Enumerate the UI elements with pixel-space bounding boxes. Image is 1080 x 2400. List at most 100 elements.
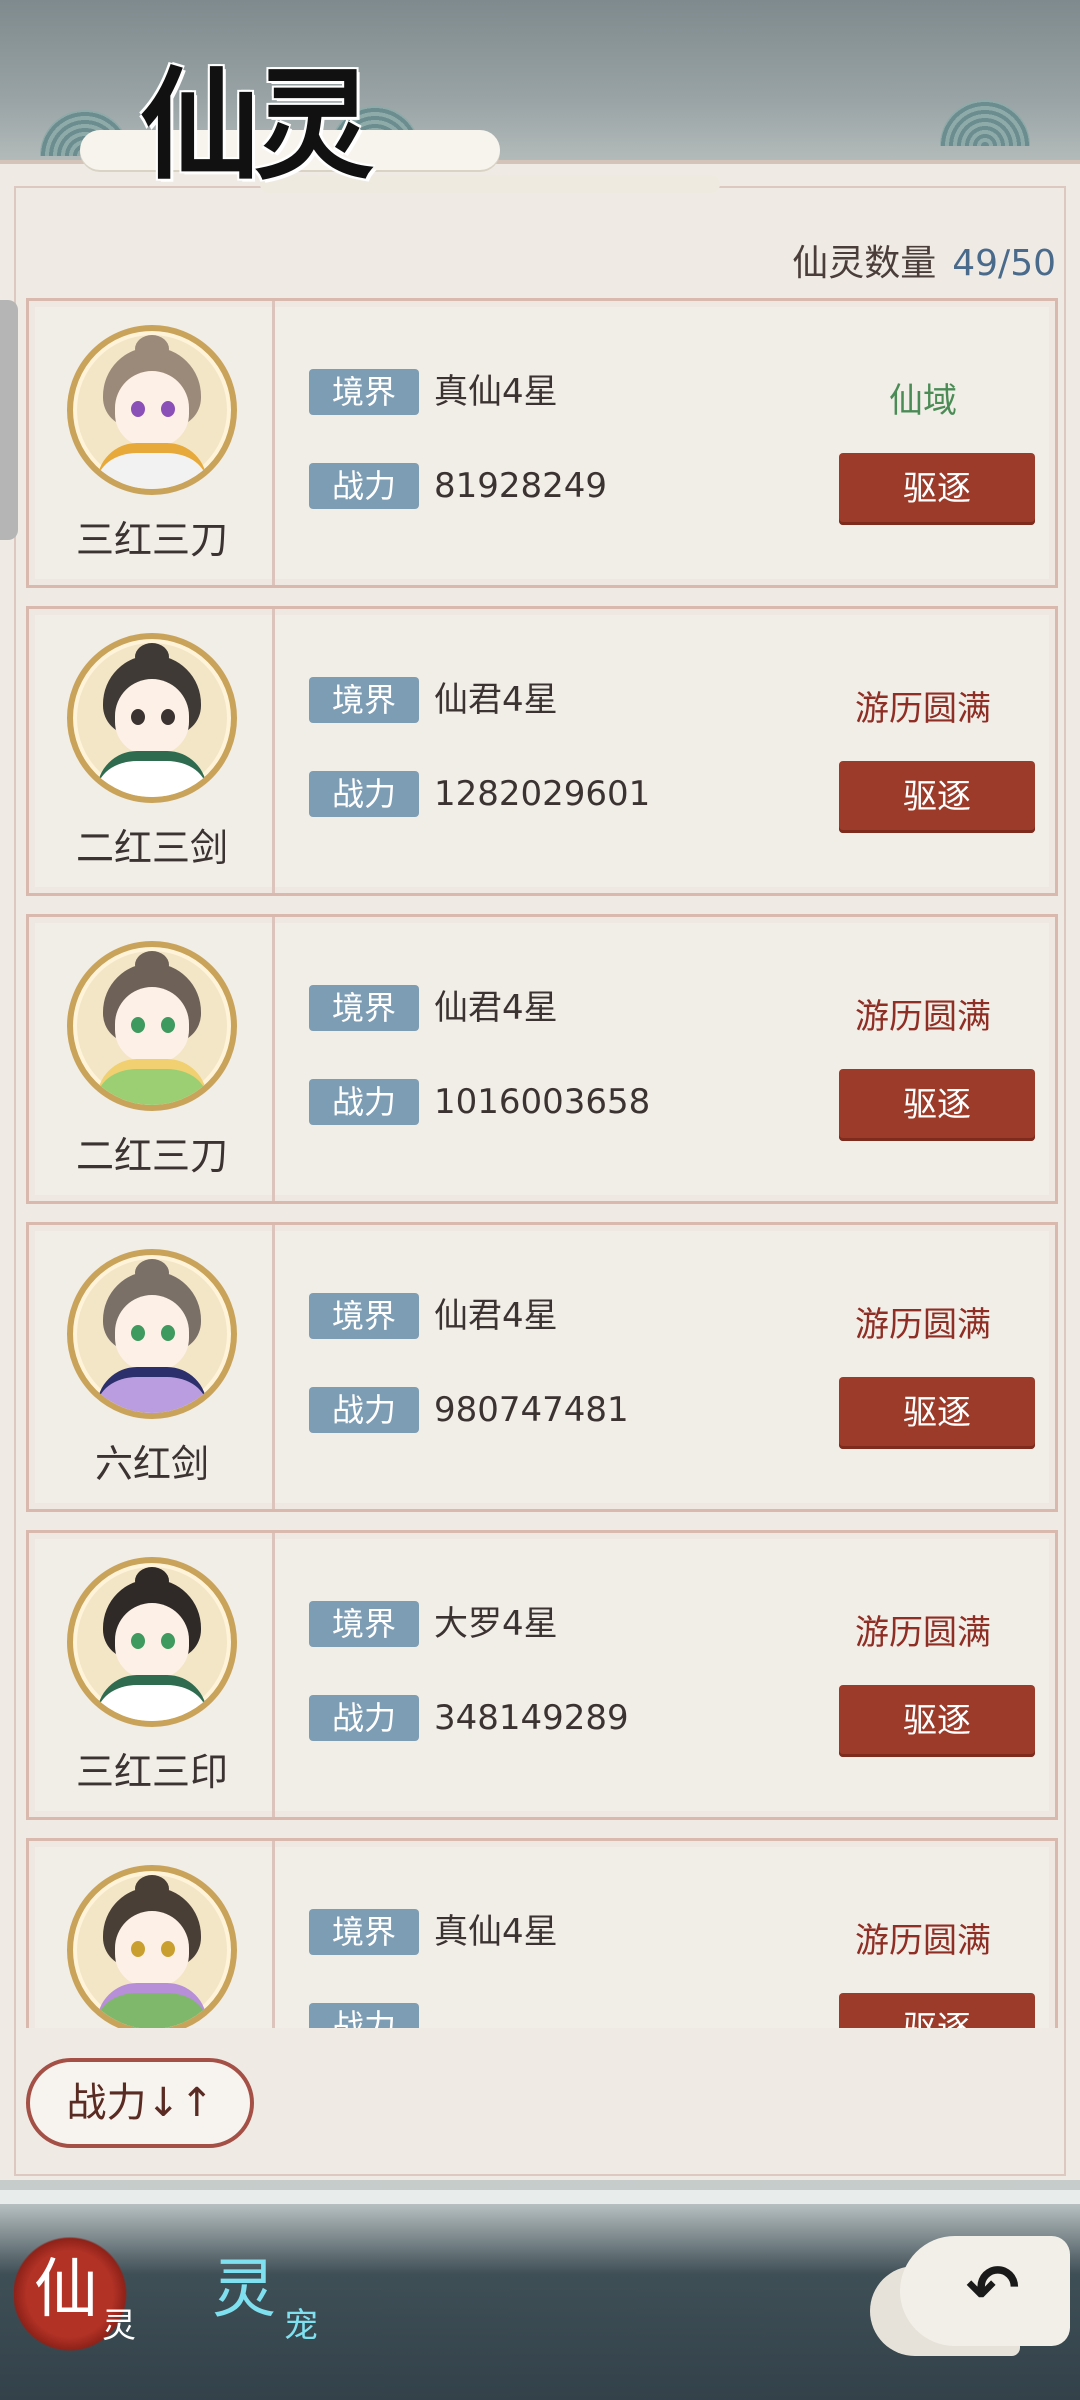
tab-spirits[interactable]: 仙 灵 [14,2226,144,2356]
power-value: 980747481 [434,1390,629,1430]
avatar-cell: 三红三刀 [29,301,275,585]
tab-spirits-sublabel: 灵 [102,2306,136,2346]
spirit-name: 三红三刀 [75,518,228,562]
spirit-card[interactable]: 六红剑 境界 仙君4星 战力 980747481 游历圆满 驱逐 [26,1222,1058,1512]
page-title-banner: 仙灵 [80,10,720,210]
avatar-cell: 三红三印 [29,1533,275,1817]
realm-tag: 境界 [309,677,419,723]
avatar-cell: 六红剑 [29,1225,275,1509]
avatar-outfit [97,751,207,797]
avatar-eye [131,1325,145,1341]
avatar-eye [161,1941,175,1957]
spirit-status: 游历圆满 [855,1921,991,1961]
avatar-eye [161,1017,175,1033]
realm-tag: 境界 [309,1601,419,1647]
spirit-status: 游历圆满 [855,1305,991,1345]
avatar-face [115,679,189,755]
avatar-eye [131,1633,145,1649]
avatar[interactable] [67,1249,237,1419]
avatar[interactable] [67,941,237,1111]
avatar-eye [161,1325,175,1341]
realm-value: 真仙4星 [434,1912,558,1952]
power-value: 348149289 [434,1698,629,1738]
avatar-cell [29,1841,275,2028]
power-tag: 战力 [309,771,419,817]
realm-value: 仙君4星 [434,680,558,720]
expel-button[interactable]: 驱逐 [839,761,1035,833]
avatar-bun [135,951,169,979]
spirit-name: 六红剑 [94,1442,209,1486]
avatar[interactable] [67,1865,237,2028]
spirit-status: 仙域 [889,381,957,421]
avatar-bun [135,1875,169,1903]
avatar-face [115,1603,189,1679]
power-tag: 战力 [309,1387,419,1433]
realm-value: 仙君4星 [434,1296,558,1336]
expel-button[interactable]: 驱逐 [839,1685,1035,1757]
avatar-bun [135,1567,169,1595]
realm-value: 大罗4星 [434,1604,558,1644]
power-tag: 战力 [309,2003,419,2028]
realm-value: 仙君4星 [434,988,558,1028]
avatar[interactable] [67,1557,237,1727]
avatar-eye [131,1017,145,1033]
spirit-count-value: 49/50 [952,243,1056,284]
spirit-count: 仙灵数量 49/50 [792,234,1056,286]
expel-button[interactable]: 驱逐 [839,1377,1035,1449]
spirit-card[interactable]: 境界 真仙4星 战力 游历圆满 驱逐 [26,1838,1058,2028]
bottom-strip [0,2190,1080,2204]
spirit-status: 游历圆满 [855,689,991,729]
avatar-bun [135,643,169,671]
page-title: 仙灵 [140,55,374,196]
avatar-bun [135,1259,169,1287]
spirit-status: 游历圆满 [855,1613,991,1653]
sort-by-power-button[interactable]: 战力↓↑ [26,2058,254,2148]
power-tag: 战力 [309,463,419,509]
avatar-eye [161,709,175,725]
expel-button[interactable]: 驱逐 [839,1993,1035,2028]
power-tag: 战力 [309,1079,419,1125]
realm-tag: 境界 [309,369,419,415]
avatar-face [115,987,189,1063]
avatar-eye [131,709,145,725]
tab-pets-sublabel: 宠 [284,2306,318,2346]
side-scroll-handle[interactable] [0,300,18,540]
realm-tag: 境界 [309,985,419,1031]
avatar-cell: 二红三刀 [29,917,275,1201]
back-arrow-icon: ↶ [966,2252,1020,2326]
avatar-eye [161,401,175,417]
realm-value: 真仙4星 [434,372,558,412]
spirit-card[interactable]: 二红三剑 境界 仙君4星 战力 1282029601 游历圆满 驱逐 [26,606,1058,896]
avatar-bun [135,335,169,363]
expel-button[interactable]: 驱逐 [839,453,1035,525]
power-tag: 战力 [309,1695,419,1741]
power-value: 1016003658 [434,1082,651,1122]
spirit-name: 三红三印 [75,1750,228,1794]
spirit-name: 二红三剑 [75,826,228,870]
avatar-cell: 二红三剑 [29,609,275,893]
avatar-outfit [97,443,207,489]
avatar-outfit [97,1983,207,2028]
expel-button[interactable]: 驱逐 [839,1069,1035,1141]
avatar-face [115,1911,189,1987]
avatar[interactable] [67,325,237,495]
avatar-eye [161,1633,175,1649]
spirit-name: 二红三刀 [75,1134,228,1178]
tab-pets[interactable]: 灵 宠 [212,2226,342,2356]
avatar-face [115,1295,189,1371]
avatar-face [115,371,189,447]
realm-tag: 境界 [309,1909,419,1955]
avatar-outfit [97,1675,207,1721]
spirit-list[interactable]: 三红三刀 境界 真仙4星 战力 81928249 仙域 驱逐 二红三剑 境界 仙… [26,298,1058,2028]
avatar-outfit [97,1367,207,1413]
spirit-card[interactable]: 三红三刀 境界 真仙4星 战力 81928249 仙域 驱逐 [26,298,1058,588]
power-value: 81928249 [434,466,608,506]
avatar[interactable] [67,633,237,803]
back-button[interactable]: ↶ [900,2236,1070,2346]
power-value: 1282029601 [434,774,651,814]
avatar-outfit [97,1059,207,1105]
spirit-card[interactable]: 二红三刀 境界 仙君4星 战力 1016003658 游历圆满 驱逐 [26,914,1058,1204]
spirit-card[interactable]: 三红三印 境界 大罗4星 战力 348149289 游历圆满 驱逐 [26,1530,1058,1820]
avatar-eye [131,1941,145,1957]
realm-tag: 境界 [309,1293,419,1339]
